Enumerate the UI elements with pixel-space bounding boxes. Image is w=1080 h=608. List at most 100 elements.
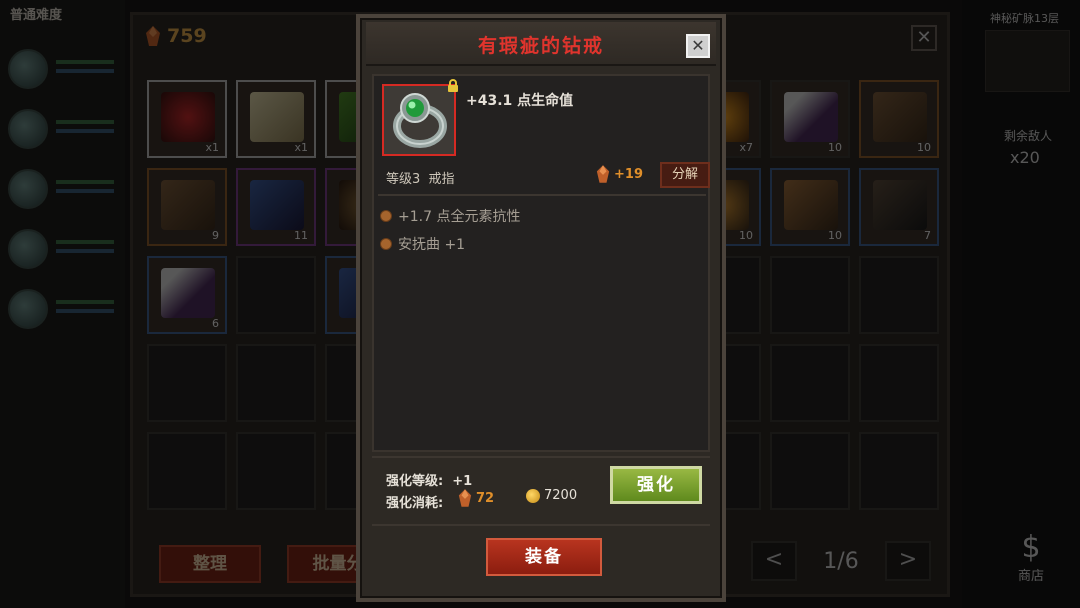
enhance-level: 强化等级: +1 (386, 470, 472, 489)
equip-button[interactable]: 装备 (486, 538, 602, 576)
hp-bar (56, 120, 114, 124)
page-indicator: 1/6 (823, 548, 859, 574)
inventory-slot[interactable]: 10 (770, 80, 850, 158)
inventory-slot[interactable]: 10 (770, 168, 850, 246)
gold-coin-icon (526, 488, 540, 503)
shop-label: 商店 (1017, 569, 1044, 584)
salvage-button[interactable]: 分解 (660, 162, 710, 188)
hp-bar (56, 60, 114, 64)
salvage-value: +19 (596, 164, 643, 184)
remaining-enemies-label: 剩余敌人 (1004, 129, 1053, 143)
boots-icon (784, 180, 838, 230)
inventory-slot-empty[interactable] (147, 344, 227, 422)
mp-bar (56, 69, 114, 73)
affix-bullet-icon (380, 210, 392, 222)
slot-count: 9 (212, 229, 219, 242)
enhance-level-label: 强化等级: (386, 474, 444, 489)
hero-entry[interactable] (8, 220, 118, 278)
hero-avatar (8, 49, 48, 89)
mp-bar (56, 249, 114, 253)
inventory-slot-empty[interactable] (147, 432, 227, 510)
inventory-slot-empty[interactable] (770, 344, 850, 422)
inventory-slot[interactable]: 10 (859, 80, 939, 158)
mp-bar (56, 309, 114, 313)
scroll-icon (250, 92, 304, 142)
slot-count: 10 (917, 141, 931, 154)
item-level: 等级3 (386, 172, 421, 187)
inventory-slot-empty[interactable] (859, 256, 939, 334)
inventory-slot[interactable]: 11 (236, 168, 316, 246)
prev-page-button[interactable]: < (751, 541, 797, 581)
inventory-slot[interactable]: 9 (147, 168, 227, 246)
resource-count: 759 (167, 25, 207, 47)
hero-avatar (8, 289, 48, 329)
hero-entry[interactable] (8, 280, 118, 338)
red-gem-icon (161, 92, 215, 142)
enhance-cost-label: 强化消耗: (386, 496, 444, 511)
slot-count: 10 (739, 229, 753, 242)
ore-icon (146, 26, 160, 46)
gold-cost: 7200 (526, 488, 577, 503)
inventory-slot-empty[interactable] (770, 256, 850, 334)
enhance-button[interactable]: 强化 (610, 466, 702, 504)
close-button[interactable]: ✕ (686, 34, 710, 58)
item-meta: 等级3 戒指 (386, 168, 455, 187)
sort-button[interactable]: 整理 (159, 545, 261, 583)
slot-count: x7 (739, 141, 753, 154)
inventory-slot-empty[interactable] (236, 256, 316, 334)
hero-avatar (8, 109, 48, 149)
pager: < 1/6 > (751, 540, 931, 582)
slot-count: 10 (828, 141, 842, 154)
hero-avatar (8, 229, 48, 269)
hero-entry[interactable] (8, 160, 118, 218)
gold-cost-value: 7200 (544, 488, 578, 503)
next-page-button[interactable]: > (885, 541, 931, 581)
axe-icon (250, 180, 304, 230)
inventory-slot-empty[interactable] (236, 432, 316, 510)
inventory-slot[interactable]: x1 (147, 80, 227, 158)
inventory-slot[interactable]: x1 (236, 80, 316, 158)
remaining-enemies-count: x20 (1010, 148, 1040, 167)
hero-list (8, 40, 118, 340)
divider (378, 194, 706, 196)
inventory-slot[interactable]: 7 (859, 168, 939, 246)
bundle-icon (873, 92, 927, 142)
bundle-icon (161, 180, 215, 230)
bow-icon (873, 180, 927, 230)
enhance-section: 强化等级: +1 强化消耗: 72 7200 强化 (372, 456, 710, 520)
shop-button[interactable]: $ 商店 (1000, 530, 1062, 600)
hero-entry[interactable] (8, 40, 118, 98)
affix-bullet-icon (380, 238, 392, 250)
lock-icon[interactable] (446, 79, 460, 93)
item-detail-popup: 有瑕疵的钻戒 ✕ +43.1 点生命值 等级3 戒指 +19 分解 +1.7 点… (356, 14, 726, 602)
affix-text: +1.7 点全元素抗性 (398, 209, 521, 225)
hp-bar (56, 300, 114, 304)
dagger-icon (784, 92, 838, 142)
dagger-icon (161, 268, 215, 318)
hero-entry[interactable] (8, 100, 118, 158)
inventory-slot-empty[interactable] (770, 432, 850, 510)
slot-count: 11 (294, 229, 308, 242)
inventory-close-button[interactable]: ✕ (911, 25, 937, 51)
minimap[interactable] (985, 30, 1070, 92)
dollar-icon: $ (1021, 530, 1041, 565)
enhance-level-value: +1 (452, 474, 473, 489)
ore-icon (596, 165, 610, 183)
slot-count: x1 (205, 141, 219, 154)
hero-sidebar: 普通难度 (0, 0, 125, 608)
affix-line: +1.7 点全元素抗性 (380, 206, 520, 226)
ore-icon (458, 489, 472, 507)
inventory-slot-empty[interactable] (859, 432, 939, 510)
hero-avatar (8, 169, 48, 209)
inventory-slot-empty[interactable] (859, 344, 939, 422)
mp-bar (56, 129, 114, 133)
main-stat: +43.1 点生命值 (466, 93, 574, 109)
slot-count: 7 (924, 229, 931, 242)
inventory-slot-empty[interactable] (236, 344, 316, 422)
material-cost: 72 (458, 488, 494, 508)
popup-header: 有瑕疵的钻戒 ✕ (366, 22, 716, 66)
slot-count: x1 (294, 141, 308, 154)
slot-count: 6 (212, 317, 219, 330)
inventory-slot[interactable]: 6 (147, 256, 227, 334)
item-stats-panel: +43.1 点生命值 等级3 戒指 +19 分解 +1.7 点全元素抗性 安抚曲… (372, 74, 710, 452)
